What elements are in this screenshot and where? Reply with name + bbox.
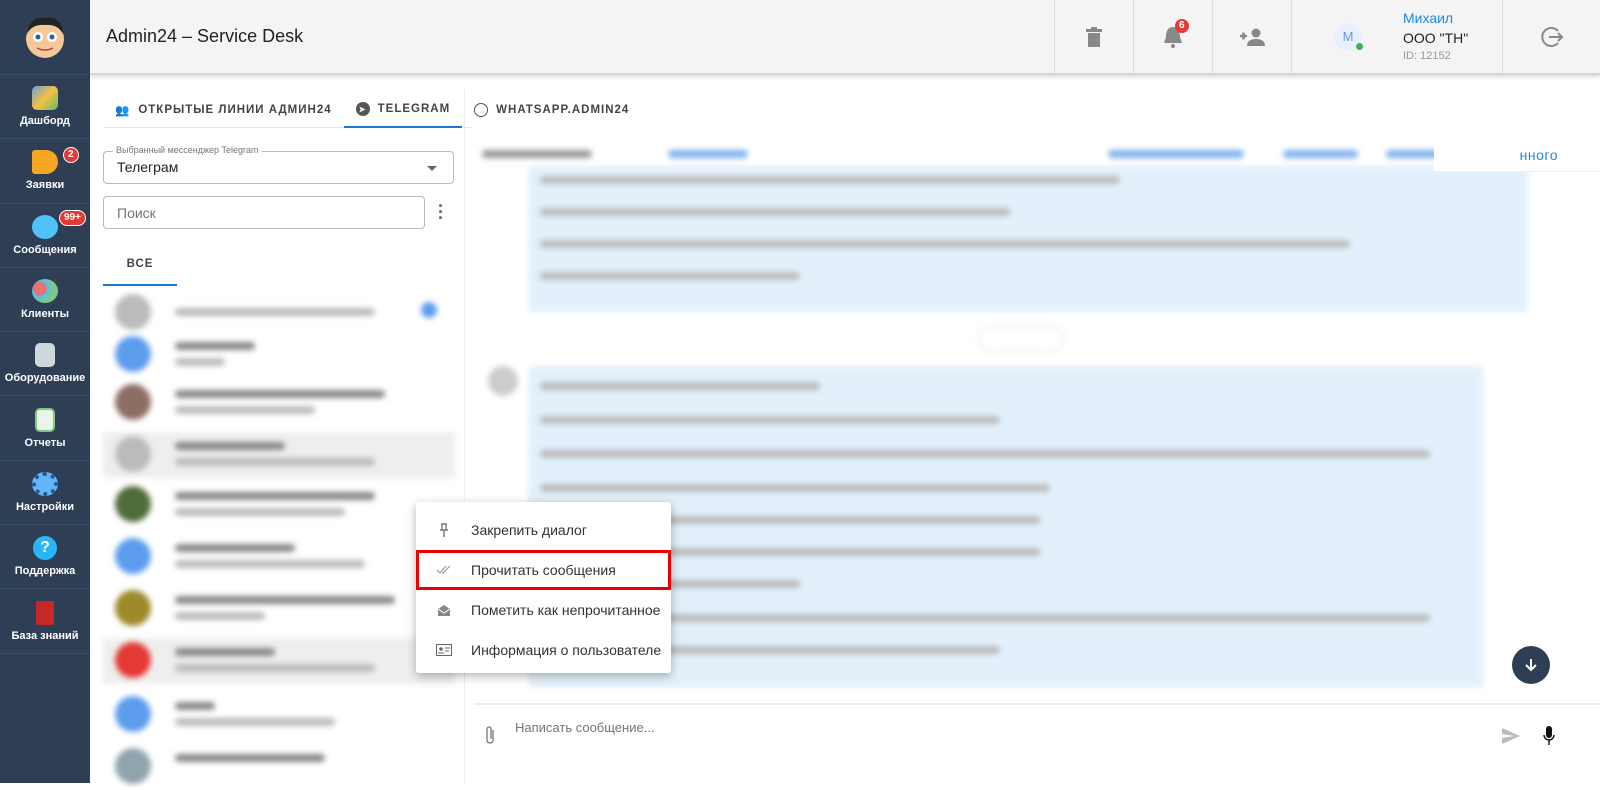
add-user-button[interactable] (1212, 0, 1291, 73)
messages-badge: 99+ (59, 209, 86, 226)
sidebar-item-messages[interactable]: Сообщения 99+ (0, 204, 90, 268)
sidebar-item-support[interactable]: ? Поддержка (0, 525, 90, 590)
user-name: Михаил (1403, 10, 1454, 26)
people-icon: 👥 (115, 105, 131, 117)
mascot-logo-icon (26, 17, 64, 58)
megaphone-icon (32, 150, 58, 175)
divider (464, 90, 465, 783)
user-id: ID: 12152 (1403, 50, 1451, 62)
messenger-tabs: 👥 ОТКРЫТЫЕ ЛИНИИ АДМИН24 ➤ TELEGRAM WHATSA… (103, 92, 628, 128)
chat-header-action[interactable]: нного (1434, 144, 1600, 172)
online-status-dot (1356, 42, 1363, 50)
chat-list-item[interactable] (103, 744, 455, 790)
microphone-icon (1543, 726, 1555, 745)
attach-button[interactable] (485, 725, 495, 750)
reports-icon (35, 407, 55, 432)
notifications-button[interactable]: 6 (1133, 0, 1212, 73)
chat-list-item[interactable] (103, 380, 455, 426)
chat-list-item[interactable] (103, 692, 455, 738)
message-input[interactable] (515, 715, 1415, 739)
requests-badge: 2 (63, 147, 79, 164)
avatar: M (1334, 22, 1363, 51)
tab-open-lines[interactable]: 👥 ОТКРЫТЫЕ ЛИНИИ АДМИН24 (103, 92, 344, 128)
user-profile[interactable]: M Михаил ООО "ТН" ID: 12152 (1291, 0, 1502, 73)
logout-icon (1540, 26, 1563, 47)
sidebar-item-dashboard[interactable]: Дашборд (0, 75, 90, 140)
chat-list-item[interactable] (103, 432, 455, 478)
more-options-button[interactable]: · · · (438, 197, 444, 227)
scroll-down-button[interactable] (1512, 646, 1550, 684)
sidebar-item-knowledge-base[interactable]: База знаний (0, 589, 90, 654)
message-composer (475, 703, 1600, 783)
chevron-down-icon (427, 166, 437, 171)
book-icon (36, 600, 54, 625)
pin-icon (416, 523, 471, 537)
send-button[interactable] (1502, 728, 1520, 749)
chat-list-item[interactable] (103, 586, 455, 632)
clients-icon (32, 279, 58, 304)
sidebar-item-requests[interactable]: Заявки 2 (0, 139, 90, 204)
chat-bubble-icon (32, 214, 58, 239)
open-envelope-icon (416, 604, 471, 616)
sidebar-item-clients[interactable]: Клиенты (0, 268, 90, 333)
help-icon: ? (33, 536, 57, 561)
telegram-icon: ➤ (355, 102, 370, 116)
notifications-badge: 6 (1175, 19, 1189, 33)
user-company: ООО "ТН" (1403, 30, 1469, 46)
messenger-select[interactable]: Выбранный мессенджер Telegram Телеграм (103, 145, 454, 184)
gear-icon (32, 471, 58, 496)
tab-telegram[interactable]: ➤ TELEGRAM (343, 92, 463, 128)
paperclip-icon (486, 726, 494, 744)
chat-list-item[interactable] (103, 534, 455, 580)
send-icon (1502, 728, 1520, 744)
equipment-icon (35, 343, 55, 368)
sidebar-item-reports[interactable]: Отчеты (0, 396, 90, 461)
menu-item-pin-dialog[interactable]: Закрепить диалог (416, 510, 671, 550)
double-check-icon (416, 565, 471, 575)
dashboard-icon (32, 86, 58, 111)
chat-list-item[interactable] (103, 638, 455, 684)
context-menu: Закрепить диалог Прочитать сообщения Пом… (416, 502, 671, 673)
filter-tab-all[interactable]: ВСЕ (103, 258, 177, 286)
logo[interactable] (0, 0, 90, 75)
sidebar: Дашборд Заявки 2 Сообщения 99+ Клиенты Обо… (0, 0, 90, 783)
search-input[interactable] (103, 196, 425, 229)
chat-list-item[interactable] (103, 290, 455, 336)
id-card-icon (416, 644, 471, 656)
trash-button[interactable] (1054, 0, 1133, 73)
menu-item-mark-unread[interactable]: Пометить как непрочитанное (416, 590, 671, 630)
add-user-icon (1240, 28, 1265, 46)
sidebar-item-settings[interactable]: Настройки (0, 461, 90, 526)
chat-list-item[interactable] (103, 482, 455, 528)
menu-item-read-messages[interactable]: Прочитать сообщения (416, 550, 671, 590)
whatsapp-icon (474, 103, 489, 117)
trash-icon (1086, 26, 1102, 47)
arrow-down-icon (1525, 659, 1537, 672)
app-title: Admin24 – Service Desk (106, 26, 304, 46)
top-header: Admin24 – Service Desk 6 M Михаил ООО "Т… (90, 0, 1600, 75)
sidebar-item-equipment[interactable]: Оборудование (0, 332, 90, 397)
tab-whatsapp[interactable]: WHATSAPP.ADMIN24 (462, 92, 641, 128)
microphone-button[interactable] (1543, 726, 1555, 751)
logout-button[interactable] (1502, 0, 1600, 73)
chat-list-item[interactable] (103, 332, 455, 378)
menu-item-user-info[interactable]: Информация о пользователе (416, 630, 671, 670)
